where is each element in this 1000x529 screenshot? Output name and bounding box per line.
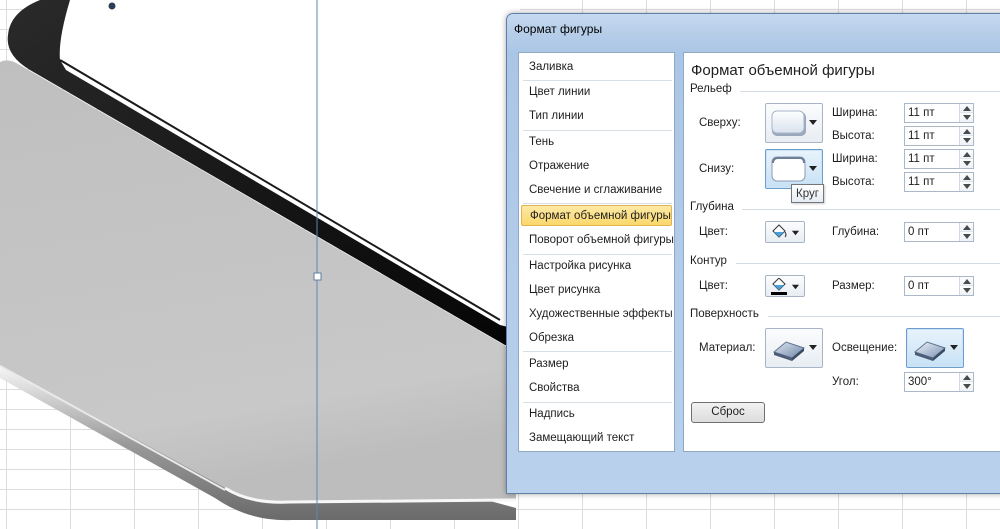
bevel-bottom-height-label: Высота: bbox=[832, 176, 875, 188]
chevron-down-icon bbox=[809, 120, 817, 125]
section-divider bbox=[740, 91, 1000, 92]
depth-spinner[interactable]: 0 пт bbox=[904, 222, 974, 242]
spin-up-button[interactable] bbox=[959, 373, 973, 382]
panel-title: Формат объемной фигуры bbox=[691, 62, 875, 79]
depth-label: Глубина: bbox=[832, 226, 880, 238]
nav-separator bbox=[523, 254, 672, 255]
dialog-title: Формат фигуры bbox=[514, 22, 603, 36]
nav-item-fill[interactable]: Заливка bbox=[521, 57, 672, 78]
depth-color-dropdown[interactable] bbox=[765, 221, 805, 243]
spin-down-button[interactable] bbox=[959, 232, 973, 241]
chevron-down-icon bbox=[791, 284, 800, 290]
depth-color-label: Цвет: bbox=[699, 226, 728, 238]
spin-up-button[interactable] bbox=[959, 223, 973, 232]
nav-item-line-style[interactable]: Тип линии bbox=[521, 106, 672, 127]
bevel-bottom-width-label: Ширина: bbox=[832, 153, 878, 165]
lighting-label: Освещение: bbox=[832, 342, 898, 354]
properties-panel: Формат объемной фигуры Рельеф Сверху: Сн… bbox=[683, 52, 1000, 452]
bevel-top-dropdown[interactable] bbox=[765, 103, 823, 143]
bevel-top-height-spinner[interactable]: 11 пт bbox=[904, 126, 974, 146]
bevel-bottom-label: Снизу: bbox=[699, 163, 735, 175]
lighting-dropdown[interactable] bbox=[906, 328, 964, 368]
selection-handle[interactable] bbox=[313, 272, 322, 281]
nav-item-text-box[interactable]: Надпись bbox=[521, 404, 672, 425]
chevron-down-icon bbox=[791, 230, 800, 236]
nav-item-shadow[interactable]: Тень bbox=[521, 132, 672, 153]
nav-item-picture-corrections[interactable]: Настройка рисунка bbox=[521, 256, 672, 277]
material-icon bbox=[772, 341, 806, 361]
nav-item-size[interactable]: Размер bbox=[521, 354, 672, 375]
bevel-top-height-label: Высота: bbox=[832, 130, 875, 142]
spin-down-button[interactable] bbox=[959, 159, 973, 168]
surface-section-heading: Поверхность bbox=[690, 308, 759, 320]
bevel-section-heading: Рельеф bbox=[690, 83, 732, 95]
nav-item-picture-color[interactable]: Цвет рисунка bbox=[521, 280, 672, 301]
nav-item-3d-format[interactable]: Формат объемной фигуры bbox=[521, 205, 672, 226]
section-divider bbox=[742, 209, 1000, 210]
reset-button[interactable]: Сброс bbox=[691, 402, 765, 423]
paint-bucket-icon bbox=[772, 224, 787, 238]
chevron-down-icon bbox=[950, 345, 958, 350]
nav-separator bbox=[523, 130, 672, 131]
chevron-down-icon bbox=[809, 166, 817, 171]
spinner-value: 0 пт bbox=[908, 280, 930, 292]
nav-item-artistic-effects[interactable]: Художественные эффекты bbox=[521, 304, 673, 325]
contour-color-dropdown[interactable] bbox=[765, 275, 805, 297]
contour-size-label: Размер: bbox=[832, 280, 875, 292]
spin-up-button[interactable] bbox=[959, 127, 973, 136]
spin-up-button[interactable] bbox=[959, 150, 973, 159]
bevel-top-width-label: Ширина: bbox=[832, 107, 878, 119]
spinner-value: 0 пт bbox=[908, 226, 930, 238]
bevel-circle-icon bbox=[771, 156, 806, 182]
contour-color-label: Цвет: bbox=[699, 280, 728, 292]
spin-up-button[interactable] bbox=[959, 173, 973, 182]
material-dropdown[interactable] bbox=[765, 328, 823, 368]
spinner-value: 11 пт bbox=[908, 153, 935, 165]
spin-down-button[interactable] bbox=[959, 136, 973, 145]
nav-item-line-color[interactable]: Цвет линии bbox=[521, 82, 672, 103]
format-shape-dialog: Формат фигуры Заливка Цвет линии Тип лин… bbox=[506, 13, 1000, 494]
lighting-icon bbox=[913, 341, 947, 361]
bevel-bottom-width-spinner[interactable]: 11 пт bbox=[904, 149, 974, 169]
bevel-bottom-height-spinner[interactable]: 11 пт bbox=[904, 172, 974, 192]
bevel-top-label: Сверху: bbox=[699, 117, 741, 129]
contour-section-heading: Контур bbox=[690, 255, 727, 267]
nav-separator bbox=[523, 203, 672, 204]
nav-item-glow-soft-edges[interactable]: Свечение и сглаживание bbox=[521, 180, 672, 201]
nav-item-reflection[interactable]: Отражение bbox=[521, 156, 672, 177]
spinner-value: 11 пт bbox=[908, 176, 935, 188]
depth-section-heading: Глубина bbox=[690, 201, 734, 213]
spin-down-button[interactable] bbox=[959, 182, 973, 191]
spin-up-button[interactable] bbox=[959, 277, 973, 286]
spin-down-button[interactable] bbox=[959, 382, 973, 391]
dialog-titlebar[interactable]: Формат фигуры bbox=[507, 14, 1000, 46]
spin-down-button[interactable] bbox=[959, 286, 973, 295]
bevel-top-width-spinner[interactable]: 11 пт bbox=[904, 103, 974, 123]
bevel-circle-icon bbox=[771, 110, 806, 136]
contour-size-spinner[interactable]: 0 пт bbox=[904, 276, 974, 296]
spinner-value: 300° bbox=[908, 376, 932, 388]
bevel-bottom-dropdown[interactable] bbox=[765, 149, 823, 189]
nav-item-3d-rotation[interactable]: Поворот объемной фигуры bbox=[521, 230, 674, 251]
category-list: Заливка Цвет линии Тип линии Тень Отраже… bbox=[518, 52, 675, 452]
nav-item-crop[interactable]: Обрезка bbox=[521, 328, 672, 349]
angle-spinner[interactable]: 300° bbox=[904, 372, 974, 392]
spinner-value: 11 пт bbox=[908, 107, 935, 119]
nav-separator bbox=[523, 351, 672, 352]
nav-separator bbox=[523, 402, 672, 403]
material-label: Материал: bbox=[699, 342, 756, 354]
chevron-down-icon bbox=[809, 345, 817, 350]
spin-down-button[interactable] bbox=[959, 113, 973, 122]
paint-bucket-icon bbox=[771, 278, 787, 295]
section-divider bbox=[736, 263, 1000, 264]
bevel-tooltip: Круг bbox=[791, 184, 824, 203]
spin-up-button[interactable] bbox=[959, 104, 973, 113]
spinner-value: 11 пт bbox=[908, 130, 935, 142]
nav-item-alt-text[interactable]: Замещающий текст bbox=[521, 428, 672, 449]
nav-separator bbox=[523, 80, 672, 81]
angle-label: Угол: bbox=[832, 376, 859, 388]
nav-item-properties[interactable]: Свойства bbox=[521, 378, 672, 399]
section-divider bbox=[768, 316, 1000, 317]
